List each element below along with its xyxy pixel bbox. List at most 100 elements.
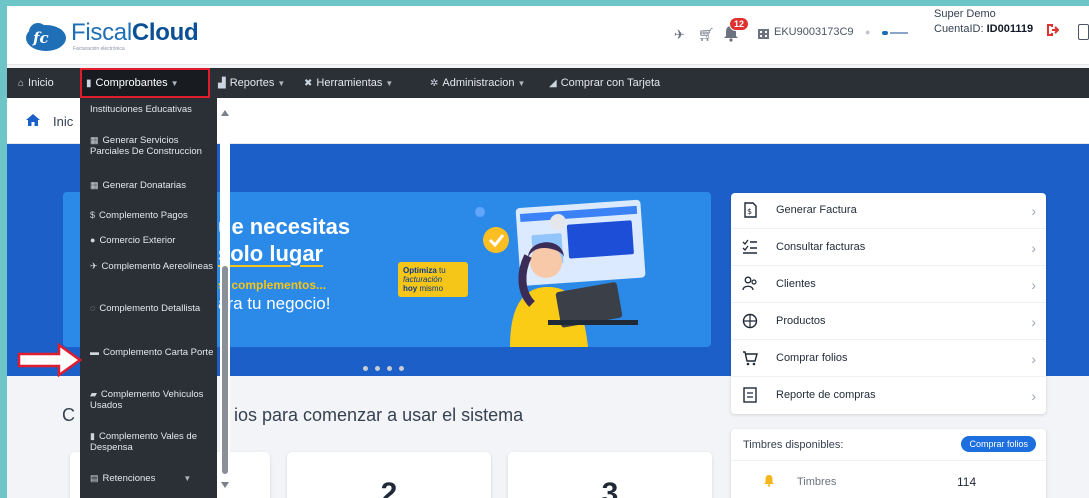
carousel-dots[interactable] — [363, 358, 411, 376]
menu-item-aereolineas[interactable]: ✈ Complemento Aereolineas — [90, 261, 214, 272]
notifications-badge: 12 — [729, 17, 750, 31]
main-navbar: ⌂ Inicio ▮ Comprobantes ▼ ▟ Reportes ▼ ✖ Herra… — [7, 68, 1089, 98]
menu-item-vehiculos-usados[interactable]: ▰ Complemento Vehiculos Usados — [90, 389, 214, 411]
checklist-icon — [742, 239, 757, 254]
globe-icon: ● — [90, 235, 96, 245]
menu-item-carta-porte[interactable]: ▬ Complemento Carta Porte — [90, 347, 214, 358]
app-window: fc FiscalCloud Facturación electrónica ✈… — [7, 6, 1089, 498]
chevron-right-icon: › — [1031, 351, 1036, 367]
banner-headline: ue necesitas — [218, 214, 351, 239]
quick-link-productos[interactable]: Productos › — [731, 304, 1046, 340]
timbres-title: Timbres disponibles: — [743, 439, 844, 451]
building-icon: ▦ — [90, 135, 99, 145]
buy-folios-button[interactable]: Comprar folios — [961, 436, 1036, 452]
quick-link-reporte-compras[interactable]: Reporte de compras › — [731, 378, 1046, 414]
home-icon: ⌂ — [18, 78, 25, 89]
chevron-right-icon: › — [1031, 388, 1036, 404]
tools-icon: ✖ — [304, 78, 313, 89]
chevron-right-icon: › — [1031, 203, 1036, 219]
quick-link-comprar-folios[interactable]: Comprar folios › — [731, 341, 1046, 377]
quick-link-generar-factura[interactable]: $ Generar Factura › — [731, 193, 1046, 229]
quick-links-panel: $ Generar Factura › Consultar facturas ›… — [731, 193, 1046, 414]
dropdown-scrollbar[interactable] — [220, 106, 230, 491]
chart-icon: ▟ — [218, 78, 226, 89]
comprobantes-dropdown: Instituciones Educativas ▦ Generar Servic… — [80, 98, 217, 498]
logout-icon[interactable] — [1045, 22, 1059, 38]
pin-icon[interactable]: ✈ — [674, 28, 685, 42]
bus-icon: ▬ — [90, 347, 99, 357]
nav-item-comprobantes[interactable]: ▮ Comprobantes ▼ — [80, 68, 210, 98]
nav-item-reportes[interactable]: ▟ Reportes ▼ — [218, 68, 285, 98]
timbres-header: Timbres disponibles: Comprar folios — [731, 429, 1046, 461]
carousel-dot[interactable] — [399, 366, 404, 371]
nav-item-comprar-tarjeta[interactable]: ◢ Comprar con Tarjeta — [549, 68, 660, 98]
menu-item-complemento-pagos[interactable]: $ Complemento Pagos — [90, 210, 214, 221]
quick-link-consultar-facturas[interactable]: Consultar facturas › — [731, 230, 1046, 266]
top-header: fc FiscalCloud Facturación electrónica ✈… — [7, 6, 1089, 65]
timbres-label: Timbres — [797, 476, 837, 488]
nav-item-herramientas[interactable]: ✖ Herramientas ▼ — [304, 68, 393, 98]
report-icon — [743, 387, 757, 403]
section-title-start: C — [62, 405, 75, 425]
timbres-count: 114 — [957, 475, 977, 489]
bell-icon — [764, 475, 774, 487]
banner-headline-2: solo lugar — [218, 241, 324, 266]
svg-text:fc: fc — [32, 29, 49, 47]
chevron-down-icon: ▼ — [170, 79, 179, 88]
banner-illustration — [475, 199, 646, 347]
step-number: 2 — [380, 477, 398, 498]
user-name[interactable]: Super Demo — [934, 8, 996, 20]
home-icon[interactable] — [26, 114, 40, 126]
card-icon: ◢ — [549, 78, 557, 89]
plane-icon: ✈ — [90, 261, 98, 271]
menu-item-retenciones[interactable]: ▤ Retenciones ▼ — [90, 473, 214, 484]
fiscalcloud-logo-icon[interactable]: fc — [23, 18, 67, 54]
chevron-down-icon: ▼ — [277, 79, 286, 88]
car-icon: ▰ — [90, 389, 97, 399]
step-card-2[interactable]: 2 — [287, 452, 491, 498]
building-icon: ▦ — [90, 180, 99, 190]
menu-item-vales-despensa[interactable]: ▮ Complemento Vales de Despensa — [90, 431, 214, 453]
account-id: CuentaID: ID001119 — [934, 23, 1034, 35]
box-icon — [742, 313, 758, 329]
menu-item-instituciones-educativas[interactable]: Instituciones Educativas — [90, 104, 214, 115]
book-icon: ▮ — [90, 431, 95, 441]
step-card-3[interactable]: 3 — [508, 452, 712, 498]
chevron-right-icon: › — [1031, 240, 1036, 256]
chevron-right-icon: › — [1031, 314, 1036, 330]
rfc-label[interactable]: EKU9003173C9 — [774, 26, 854, 38]
menu-item-servicios-construccion[interactable]: ▦ Generar Servicios Parciales De Construc… — [90, 135, 214, 157]
expand-icon[interactable] — [1078, 24, 1089, 40]
scroll-thumb[interactable] — [222, 266, 228, 474]
breadcrumb-current[interactable]: Inic — [53, 114, 73, 129]
cart-icon — [743, 351, 758, 366]
carousel-dot[interactable] — [387, 366, 392, 371]
list-icon: ▤ — [90, 473, 99, 483]
scroll-up-icon[interactable] — [221, 110, 229, 116]
quick-link-clientes[interactable]: Clientes › — [731, 267, 1046, 303]
menu-item-donatarias[interactable]: ▦ Generar Donatarias — [90, 180, 214, 191]
carousel-dot[interactable] — [375, 366, 380, 371]
brand-name: FiscalCloud — [71, 19, 199, 46]
menu-item-detallista[interactable]: ◌ Complemento Detallista — [90, 303, 214, 314]
chevron-right-icon: › — [1031, 277, 1036, 293]
nav-item-administracion[interactable]: ✲ Administracion ▼ — [430, 68, 525, 98]
invoice-icon: $ — [744, 202, 757, 218]
section-title: ios para comenzar a usar el sistema — [234, 405, 524, 425]
building-icon — [758, 29, 769, 39]
dollar-icon: $ — [90, 210, 96, 220]
carousel-dot[interactable] — [363, 366, 368, 371]
chevron-down-icon: ▼ — [385, 79, 394, 88]
nav-item-inicio[interactable]: ⌂ Inicio — [18, 68, 54, 98]
step-number: 3 — [601, 477, 619, 498]
banner-cta-text: ara tu negocio! — [218, 294, 331, 313]
timbres-panel: Timbres disponibles: Comprar folios Timb… — [731, 429, 1046, 498]
menu-item-comercio-exterior[interactable]: ● Comercio Exterior — [90, 235, 214, 246]
partner-logo-icon — [882, 31, 908, 35]
separator-icon: ● — [865, 27, 871, 37]
banner-subline: s, complementos... — [218, 278, 327, 292]
svg-text:$: $ — [747, 207, 752, 216]
cart-icon[interactable]: 🛒︎ — [698, 28, 715, 42]
scroll-down-icon[interactable] — [221, 482, 229, 488]
users-icon — [742, 276, 757, 291]
